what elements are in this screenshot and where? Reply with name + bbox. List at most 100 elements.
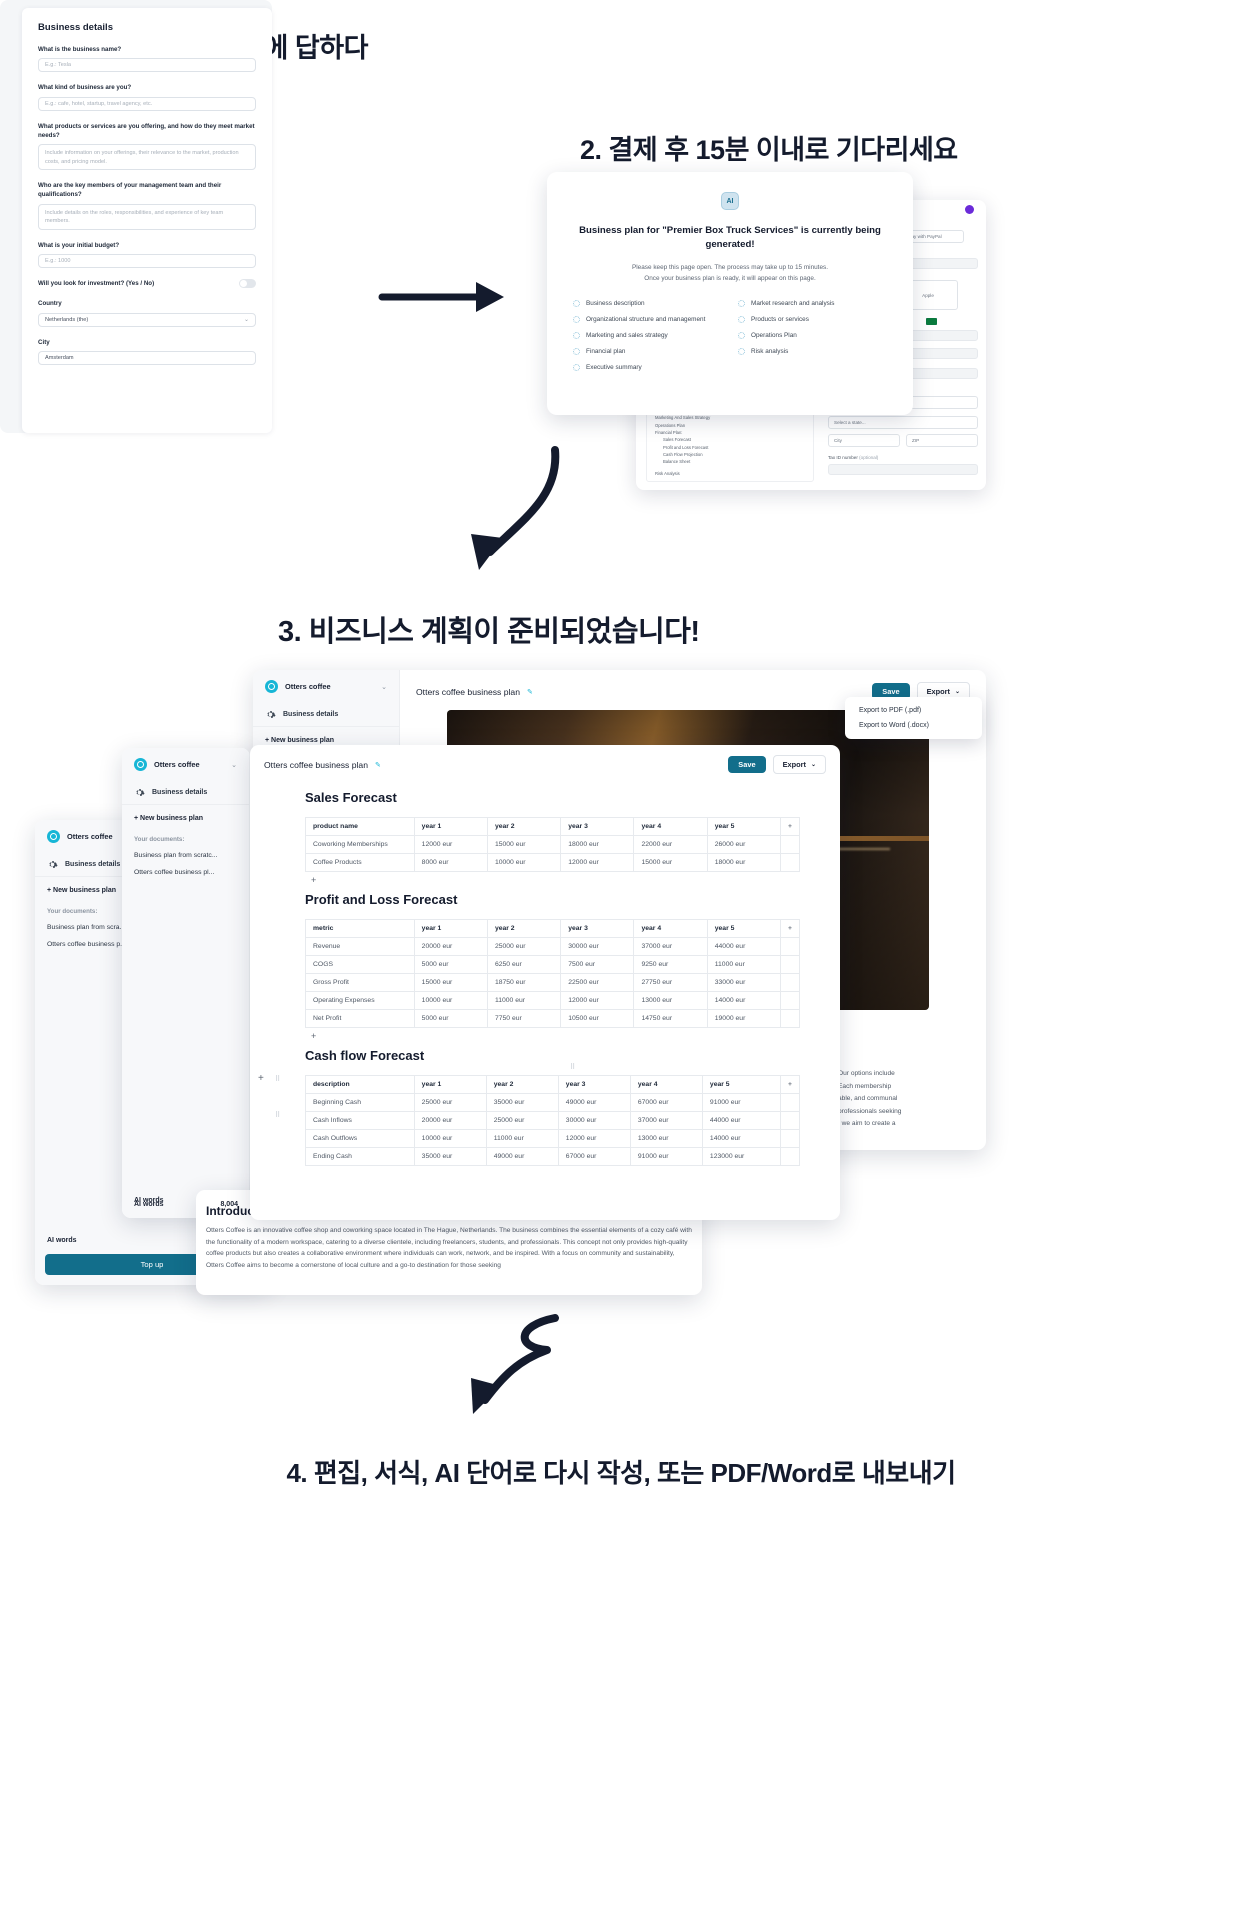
city-input[interactable]: Amsterdam <box>38 350 256 365</box>
new-business-plan-button[interactable]: + New business plan <box>122 804 249 832</box>
cell[interactable]: Revenue <box>305 937 415 956</box>
state-select[interactable]: Select a state... <box>828 416 978 429</box>
cell[interactable]: 18750 eur <box>486 973 562 992</box>
team-textarea[interactable]: Include details on the roles, responsibi… <box>38 203 256 230</box>
cell[interactable]: 18000 eur <box>560 835 635 854</box>
cell[interactable]: 11000 eur <box>485 1129 559 1148</box>
cell[interactable]: 10000 eur <box>486 853 562 872</box>
cell[interactable]: 14750 eur <box>633 1009 708 1028</box>
cell[interactable]: 35000 eur <box>413 1147 487 1166</box>
add-column-button[interactable]: + <box>780 1075 800 1094</box>
cell[interactable]: 49000 eur <box>485 1147 559 1166</box>
cell[interactable]: Coworking Memberships <box>305 835 415 854</box>
cell[interactable]: 44000 eur <box>701 1111 782 1130</box>
cell[interactable]: 15000 eur <box>633 853 708 872</box>
cell[interactable]: 10000 eur <box>413 991 488 1010</box>
export-pdf-menu-item[interactable]: Export to PDF (.pdf) <box>845 703 982 718</box>
city-input[interactable]: City <box>828 434 900 447</box>
cell[interactable]: 67000 eur <box>629 1093 703 1112</box>
cell[interactable]: 27750 eur <box>633 973 708 992</box>
cell[interactable]: 25000 eur <box>486 937 562 956</box>
cell[interactable]: 37000 eur <box>633 937 708 956</box>
drag-handle-icon[interactable]: ⠿ <box>275 1111 280 1119</box>
cell[interactable]: 18000 eur <box>706 853 782 872</box>
cell[interactable]: Cash Outflows <box>305 1129 415 1148</box>
add-row-button[interactable]: + <box>305 872 800 892</box>
cell[interactable]: 12000 eur <box>557 1129 631 1148</box>
cell[interactable]: 91000 eur <box>629 1147 703 1166</box>
document-list-item[interactable]: Business plan from scratc... <box>122 847 249 864</box>
cell[interactable]: 67000 eur <box>557 1147 631 1166</box>
cell[interactable]: Cash Inflows <box>305 1111 415 1130</box>
cell[interactable]: Beginning Cash <box>305 1093 415 1112</box>
sidebar-item-business-details[interactable]: Business details <box>122 781 249 804</box>
edit-pencil-icon[interactable]: ✎ <box>527 688 533 696</box>
zip-input[interactable]: ZIP <box>906 434 978 447</box>
cell[interactable]: 13000 eur <box>629 1129 703 1148</box>
drag-handle-icon[interactable]: ⠿ <box>570 1063 575 1071</box>
cell[interactable]: 25000 eur <box>485 1111 559 1130</box>
edit-pencil-icon[interactable]: ✎ <box>375 761 381 769</box>
cell[interactable]: 12000 eur <box>413 835 488 854</box>
cell[interactable]: 14000 eur <box>701 1129 782 1148</box>
cell[interactable]: 37000 eur <box>629 1111 703 1130</box>
cell[interactable]: 7500 eur <box>560 955 635 974</box>
cell[interactable]: 30000 eur <box>560 937 635 956</box>
cell[interactable]: 30000 eur <box>557 1111 631 1130</box>
cell[interactable]: 9250 eur <box>633 955 708 974</box>
cell[interactable]: 19000 eur <box>706 1009 782 1028</box>
products-textarea[interactable]: Include information on your offerings, t… <box>38 144 256 171</box>
sidebar-item-business-details[interactable]: Business details <box>253 703 399 726</box>
cell[interactable]: Coffee Products <box>305 853 415 872</box>
cell[interactable]: 15000 eur <box>413 973 488 992</box>
business-name-input[interactable]: E.g.: Tesla <box>38 58 256 73</box>
save-button[interactable]: Save <box>728 756 766 773</box>
cell[interactable]: 15000 eur <box>486 835 562 854</box>
add-row-button[interactable]: + <box>305 1028 800 1048</box>
cell[interactable]: 26000 eur <box>706 835 782 854</box>
document-list-item[interactable]: Otters coffee business pl... <box>122 864 249 881</box>
cell[interactable]: 7750 eur <box>486 1009 562 1028</box>
drag-handle-icon[interactable]: ⠿ <box>275 1075 280 1083</box>
cell[interactable]: 22000 eur <box>633 835 708 854</box>
cell[interactable]: Operating Expenses <box>305 991 415 1010</box>
add-block-button[interactable]: + <box>258 1073 264 1084</box>
cell[interactable]: Gross Profit <box>305 973 415 992</box>
cell[interactable]: 8000 eur <box>413 853 488 872</box>
field-row[interactable] <box>828 464 978 475</box>
cell[interactable]: 12000 eur <box>560 853 635 872</box>
cell[interactable]: 14000 eur <box>706 991 782 1010</box>
cell[interactable]: 10500 eur <box>560 1009 635 1028</box>
country-select[interactable]: Netherlands (the) ⌄ <box>38 312 256 327</box>
add-column-button[interactable]: + <box>780 817 800 836</box>
cell[interactable]: 20000 eur <box>413 1111 487 1130</box>
budget-input[interactable]: E.g.: 1000 <box>38 254 256 269</box>
cell[interactable]: 5000 eur <box>413 955 488 974</box>
add-column-button[interactable]: + <box>780 919 800 938</box>
cell[interactable]: 13000 eur <box>633 991 708 1010</box>
cell[interactable]: 20000 eur <box>413 937 488 956</box>
cell[interactable]: 22500 eur <box>560 973 635 992</box>
cell[interactable]: 12000 eur <box>560 991 635 1010</box>
workspace-switcher[interactable]: Otters coffee ⌄ <box>253 670 399 703</box>
cell[interactable]: 5000 eur <box>413 1009 488 1028</box>
business-kind-input[interactable]: E.g.: cafe, hotel, startup, travel agenc… <box>38 96 256 111</box>
cell[interactable]: 6250 eur <box>486 955 562 974</box>
cell[interactable]: 35000 eur <box>485 1093 559 1112</box>
export-word-menu-item[interactable]: Export to Word (.docx) <box>845 718 982 733</box>
cell[interactable]: 33000 eur <box>706 973 782 992</box>
cell[interactable]: 10000 eur <box>413 1129 487 1148</box>
cell[interactable]: 11000 eur <box>706 955 782 974</box>
export-button[interactable]: Export ⌄ <box>772 755 826 774</box>
cell[interactable]: Ending Cash <box>305 1147 415 1166</box>
workspace-switcher[interactable]: Otters coffee ⌄ <box>122 748 249 781</box>
cell[interactable]: 11000 eur <box>486 991 562 1010</box>
cell[interactable]: 123000 eur <box>701 1147 782 1166</box>
cell[interactable]: 44000 eur <box>706 937 782 956</box>
cell[interactable]: COGS <box>305 955 415 974</box>
cell[interactable]: Net Profit <box>305 1009 415 1028</box>
cell[interactable]: 25000 eur <box>413 1093 487 1112</box>
investment-toggle[interactable] <box>239 279 256 289</box>
cell[interactable]: 91000 eur <box>701 1093 782 1112</box>
cell[interactable]: 49000 eur <box>557 1093 631 1112</box>
